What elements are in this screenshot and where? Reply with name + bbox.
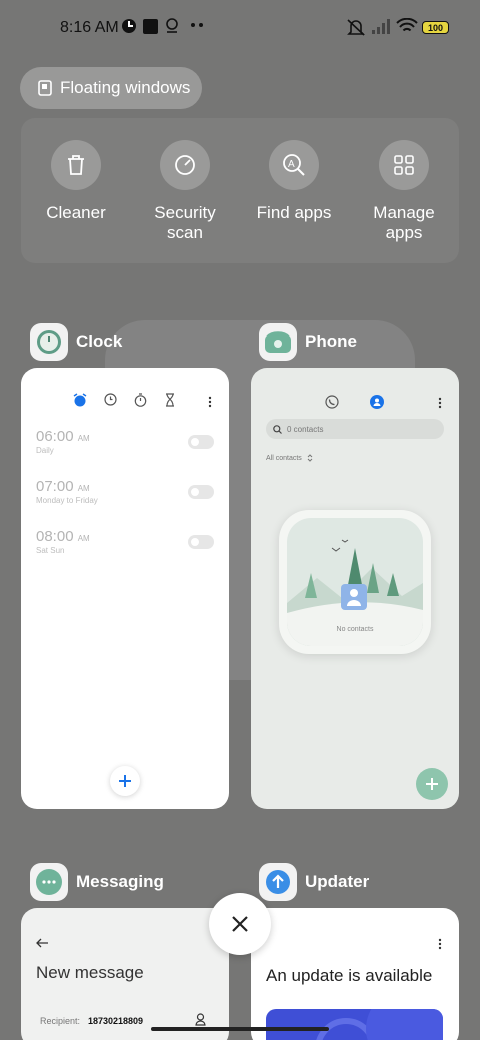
tool-find-apps[interactable]: A Find apps (239, 140, 349, 223)
alarm-days: Sat Sun (36, 546, 65, 555)
contact-picker-icon[interactable] (195, 1013, 206, 1026)
stopwatch-tab-icon[interactable] (134, 393, 147, 407)
clock-app-icon (30, 323, 68, 361)
clock-more-icon[interactable] (208, 396, 212, 408)
phone-more-icon[interactable] (438, 397, 442, 409)
add-alarm-button[interactable] (110, 766, 140, 796)
phone-card[interactable]: 0 contacts All contacts No contacts (251, 368, 459, 809)
search-placeholder: 0 contacts (287, 424, 324, 434)
trash-icon (68, 155, 84, 175)
clock-header[interactable]: Clock (30, 323, 122, 361)
square-icon (143, 19, 158, 34)
status-bar: 8:16 AM 100 (0, 0, 480, 56)
alarm-toggle[interactable] (188, 435, 214, 449)
updater-card[interactable]: An update is available (251, 908, 459, 1040)
floating-window-icon (38, 80, 52, 96)
security-icon (175, 155, 195, 175)
alarm-toggle[interactable] (188, 535, 214, 549)
recipient-value[interactable]: 18730218809 (88, 1016, 143, 1026)
update-title: An update is available (266, 966, 433, 985)
tool-cleaner[interactable]: Cleaner (21, 140, 131, 223)
tool-manage-apps[interactable]: Manage apps (349, 140, 459, 243)
alarm-time: 06:00 (36, 428, 74, 445)
messaging-header[interactable]: Messaging (30, 863, 164, 901)
contacts-filter[interactable]: All contacts (266, 454, 313, 462)
signal-icon (372, 19, 390, 34)
updater-app-icon (259, 863, 297, 901)
alarm-suffix: AM (77, 484, 90, 493)
updater-more-icon[interactable] (438, 938, 442, 950)
contacts-tab-icon[interactable] (370, 395, 384, 409)
battery-icon: 100 (422, 21, 449, 34)
recipient-label: Recipient: (40, 1016, 81, 1026)
clock-icon (37, 330, 61, 354)
tool-label: Cleaner (46, 203, 106, 222)
plus-icon (119, 775, 131, 787)
status-time: 8:16 AM (60, 19, 119, 36)
phone-header[interactable]: Phone (259, 323, 357, 361)
floating-windows-label: Floating windows (60, 78, 191, 97)
alarm-time: 07:00 (36, 478, 74, 495)
alarm-time: 08:00 (36, 528, 74, 545)
empty-contacts-label: No contacts (336, 626, 374, 633)
alarm-tab-icon[interactable] (73, 393, 87, 407)
timer-tab-icon[interactable] (165, 393, 175, 407)
messaging-icon (36, 869, 62, 895)
messaging-name: Messaging (76, 872, 164, 891)
location-icon (166, 18, 178, 33)
floating-windows-button[interactable]: Floating windows (20, 67, 202, 109)
filter-label: All contacts (266, 454, 302, 462)
clock-card[interactable]: 06:00 AM Daily 07:00 AM Monday to Friday… (21, 368, 229, 809)
find-apps-icon: A (283, 154, 305, 176)
world-clock-tab-icon[interactable] (104, 393, 117, 406)
messaging-card[interactable]: New message Recipient: 18730218809 (21, 908, 229, 1040)
search-icon (273, 424, 282, 434)
alarm-days: Daily (36, 446, 54, 455)
tool-label: Find apps (256, 203, 332, 222)
tool-label: Security scan (154, 203, 216, 242)
alarm-toggle[interactable] (188, 485, 214, 499)
sort-arrows-icon (307, 454, 313, 462)
updater-icon (266, 870, 290, 894)
alarm-suffix: AM (77, 534, 90, 543)
alarm-days: Monday to Friday (36, 496, 98, 505)
tool-security-scan[interactable]: Security scan (130, 140, 240, 243)
plus-icon (426, 778, 438, 790)
phone-name: Phone (305, 332, 357, 351)
mute-icon (347, 19, 365, 36)
quick-tools-panel: Cleaner Security scan A Find apps Manage… (21, 118, 459, 263)
new-message-title: New message (36, 963, 144, 982)
dialer-tab-icon[interactable] (325, 395, 339, 409)
add-contact-button[interactable] (416, 768, 448, 800)
contacts-search-input[interactable]: 0 contacts (266, 419, 444, 439)
close-icon (232, 916, 248, 932)
grid-icon (394, 155, 414, 175)
update-banner (266, 1009, 443, 1040)
back-arrow-icon[interactable] (35, 938, 49, 948)
phone-icon (265, 331, 291, 353)
phone-app-icon (259, 323, 297, 361)
updater-name: Updater (305, 872, 370, 891)
alarm-suffix: AM (77, 434, 90, 443)
messaging-app-icon (30, 863, 68, 901)
app-icon (122, 19, 136, 33)
clock-name: Clock (76, 332, 123, 351)
more-dots-icon (191, 23, 203, 27)
updater-header[interactable]: Updater (259, 863, 369, 901)
home-indicator[interactable] (151, 1027, 329, 1031)
empty-contacts-illustration: No contacts (279, 510, 431, 654)
wifi-icon (396, 18, 418, 32)
tool-label: Manage apps (373, 203, 435, 242)
svg-text:A: A (288, 159, 295, 170)
clear-all-button[interactable] (209, 893, 271, 955)
battery-level: 100 (427, 22, 444, 33)
